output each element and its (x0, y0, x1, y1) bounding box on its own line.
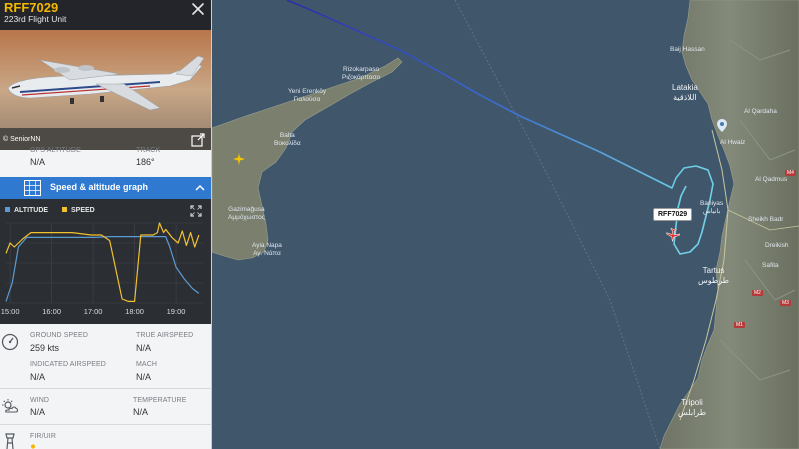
aircraft-icon[interactable] (666, 228, 680, 242)
graph-icon (24, 180, 41, 196)
divider (0, 424, 211, 425)
road-shield-m4: M4 (785, 170, 796, 176)
road-shield-m1: M1 (734, 322, 745, 328)
map-label-tartus: Tartus طرطوس (698, 266, 730, 285)
map-label-alqardaha: Al Qardaha (744, 108, 777, 115)
true-airspeed-value: N/A (136, 343, 152, 353)
map-label-baniyas: Baniyas بانياس (700, 200, 724, 215)
map-label-latakia: Latakia اللاذقية (672, 83, 698, 102)
ground-speed-value: 259 kts (30, 343, 60, 353)
chart-svg: 15:00 16:00 17:00 18:00 19:00 (1, 222, 203, 316)
gps-altitude-value: N/A (30, 157, 46, 167)
series-line-speed (5, 222, 200, 303)
fir-label: FIR/UIR (30, 433, 56, 440)
fullscreen-icon[interactable] (190, 205, 202, 217)
map-label-ayianapa: Ayia Napa Αγ. Νάπα (252, 242, 282, 257)
speedometer-icon (1, 333, 19, 351)
legend-speed[interactable]: SPEED (62, 207, 95, 214)
x-tick-label: 19:00 (167, 307, 186, 316)
aircraft-photo[interactable] (0, 30, 212, 150)
legend-altitude-label: ALTITUDE (14, 207, 49, 214)
airport-icon[interactable] (233, 153, 245, 165)
location-pin-icon[interactable] (717, 119, 727, 132)
road-shield-m3: M3 (780, 300, 791, 306)
x-tick-label: 18:00 (125, 307, 144, 316)
track-value: 186° (136, 157, 155, 167)
x-tick-label: 17:00 (84, 307, 103, 316)
wind-value: N/A (30, 407, 46, 417)
weather-icon (2, 399, 19, 413)
map-label-baijhassan: Baij Hassan (670, 46, 705, 53)
indicated-airspeed-value: N/A (30, 372, 46, 382)
graph-section-toggle[interactable]: Speed & altitude graph (0, 177, 211, 199)
tower-icon (5, 433, 15, 449)
expand-icon[interactable] (191, 133, 205, 147)
map-label-alhwaiz: Al Hwaiz (720, 139, 746, 146)
fir-status-icon (30, 444, 36, 449)
divider (0, 388, 211, 389)
graph-section-title: Speed & altitude graph (50, 182, 149, 192)
gps-altitude-label: GPS ALTITUDE (30, 147, 81, 154)
map-label-yenierenkoy: Yeni Erenköy Γιαλούσα (288, 88, 327, 103)
temperature-label: TEMPERATURE (133, 397, 187, 404)
map-label-gazimagusa: Gazimağusa Αμμόχωστος (228, 206, 265, 221)
map-label-sheikhbader: Sheikh Badr (748, 216, 784, 223)
legend-speed-label: SPEED (71, 207, 95, 214)
legend-speed-swatch (62, 207, 67, 212)
flight-callsign: RFF7029 (4, 0, 59, 15)
map-label-balta: Balta Βοκολίδα (274, 132, 301, 147)
map-label-tripoli: Tripoli طرابلس (678, 398, 707, 417)
chevron-up-icon[interactable] (194, 182, 206, 194)
map-label-alqadmus: Al Qadmus (755, 176, 788, 183)
mach-label: MACH (136, 361, 158, 368)
flight-tracker-view: Rizokarpaso Ριζοκάρπασο Yeni Erenköy Για… (0, 0, 799, 449)
indicated-airspeed-label: INDICATED AIRSPEED (30, 361, 106, 368)
true-airspeed-label: TRUE AIRSPEED (136, 332, 194, 339)
panel-header: RFF7029 223rd Flight Unit (0, 0, 211, 30)
track-label: TRACK (136, 147, 161, 154)
speed-altitude-chart: 15:00 16:00 17:00 18:00 19:00 ALTITUDE SPEED (0, 199, 211, 324)
road-shield-m2: M2 (752, 290, 763, 296)
ground-speed-label: GROUND SPEED (30, 332, 88, 339)
flight-info-panel: RFF7029 223rd Flight Unit © SeniorNN GPS… (0, 0, 212, 449)
wind-label: WIND (30, 397, 50, 404)
close-icon[interactable] (190, 1, 206, 17)
legend-altitude[interactable]: ALTITUDE (5, 207, 48, 214)
map-callsign-tag[interactable]: RFF7029 (653, 208, 693, 221)
x-tick-label: 16:00 (42, 307, 61, 316)
map-label-safita: Safita (762, 262, 779, 269)
map-label-rizokarpaso: Rizokarpaso Ριζοκάρπασο (342, 66, 381, 81)
mach-value: N/A (136, 372, 152, 382)
flight-operator: 223rd Flight Unit (4, 14, 67, 24)
temperature-value: N/A (133, 407, 149, 417)
legend-altitude-swatch (5, 207, 10, 212)
map-label-dreikish: Dreikish (765, 242, 789, 249)
photo-credit: © SeniorNN (3, 136, 41, 143)
x-tick-label: 15:00 (1, 307, 20, 316)
series-line-altitude (5, 235, 200, 302)
